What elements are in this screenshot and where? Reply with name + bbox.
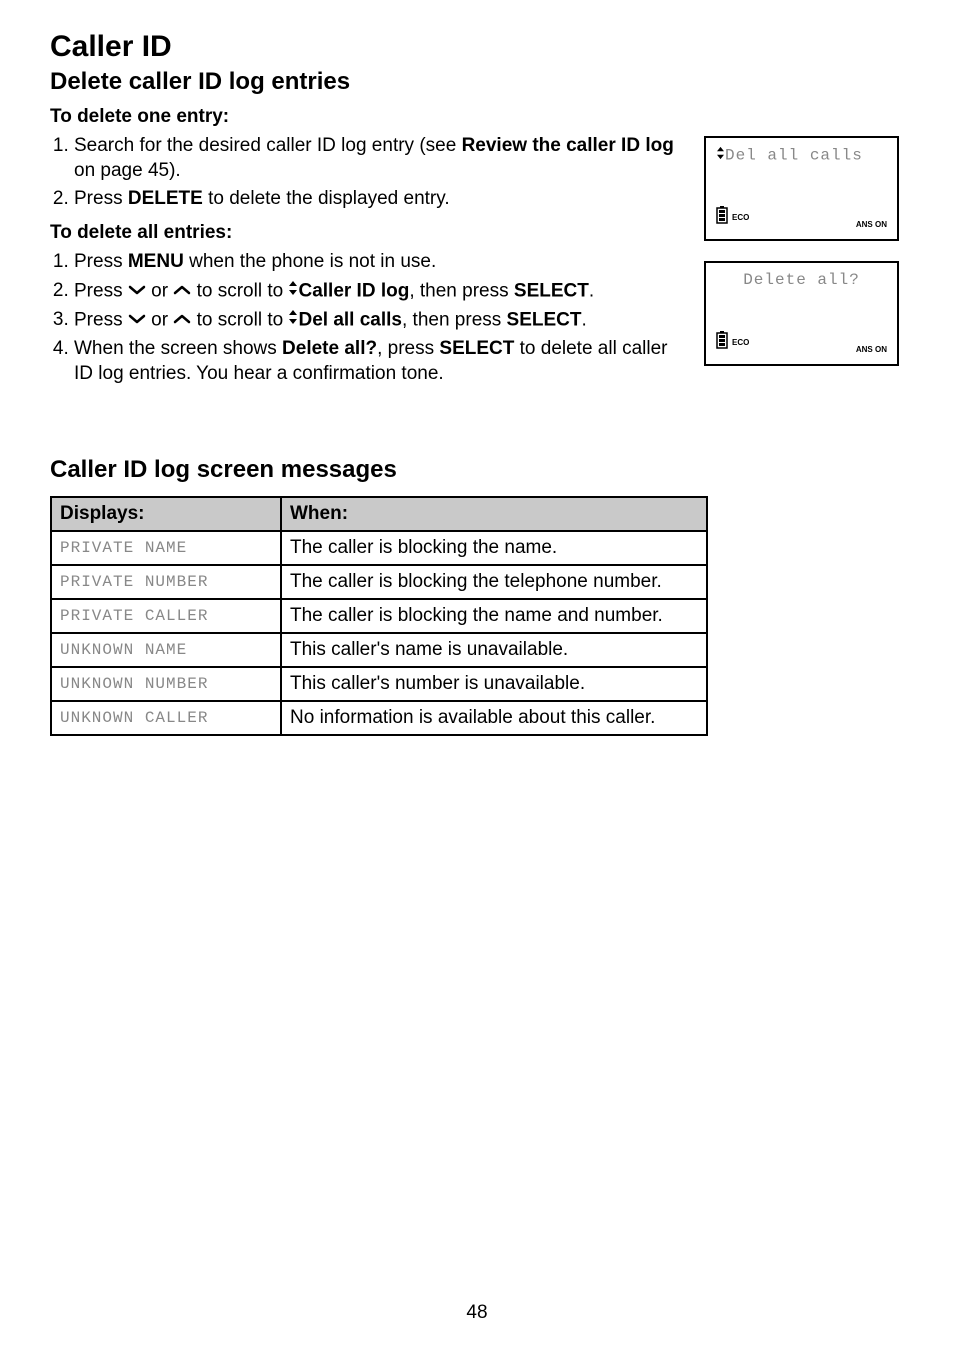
allstep4-bold2: SELECT: [439, 338, 514, 359]
table-row: PRIVATE NUMBER The caller is blocking th…: [51, 565, 707, 599]
cell-display: UNKNOWN NUMBER: [51, 667, 281, 701]
allstep2-period: .: [589, 280, 594, 301]
status-row: ECO ANS ON: [716, 331, 887, 354]
battery-icon: [716, 331, 728, 354]
cell-display: PRIVATE NAME: [51, 531, 281, 565]
eco-label: ECO: [732, 213, 749, 222]
table-row: UNKNOWN NUMBER This caller's number is u…: [51, 667, 707, 701]
cell-display: PRIVATE CALLER: [51, 599, 281, 633]
step1-suffix: on page 45).: [74, 160, 181, 181]
caller-id-messages-table: Displays: When: PRIVATE NAME The caller …: [50, 496, 708, 736]
cell-when: No information is available about this c…: [281, 701, 707, 735]
battery-eco: ECO: [716, 206, 749, 229]
header-displays: Displays:: [51, 497, 281, 531]
ans-on-label: ANS ON: [856, 220, 887, 229]
chevron-up-icon: [173, 279, 191, 304]
allstep4-bold1: Delete all?: [282, 338, 377, 359]
chevron-up-icon: [173, 308, 191, 333]
content-area: To delete one entry: Search for the desi…: [50, 106, 904, 396]
left-column: To delete one entry: Search for the desi…: [50, 106, 684, 396]
screen1-text: Del all calls: [725, 147, 863, 165]
updown-icon: [288, 308, 298, 333]
table-row: UNKNOWN CALLER No information is availab…: [51, 701, 707, 735]
cell-display: PRIVATE NUMBER: [51, 565, 281, 599]
table-row: PRIVATE CALLER The caller is blocking th…: [51, 599, 707, 633]
page-number: 48: [0, 1302, 954, 1324]
cell-display: UNKNOWN CALLER: [51, 701, 281, 735]
allstep2-then: , then press: [409, 280, 514, 301]
step2-bold: DELETE: [128, 188, 203, 209]
delete-one-entry-heading: To delete one entry:: [50, 106, 684, 128]
allstep3-bold: Del all calls: [298, 309, 402, 330]
delete-all-steps: Press MENU when the phone is not in use.…: [50, 250, 684, 386]
table-header-row: Displays: When:: [51, 497, 707, 531]
allstep1-bold: MENU: [128, 251, 184, 272]
table-row: PRIVATE NAME The caller is blocking the …: [51, 531, 707, 565]
battery-icon: [716, 206, 728, 229]
allstep1-suffix: when the phone is not in use.: [184, 251, 436, 272]
eco-label: ECO: [732, 338, 749, 347]
allstep4-prefix: When the screen shows: [74, 338, 282, 359]
screen-del-all-calls: Del all calls ECO ANS ON: [704, 136, 899, 241]
cell-when: The caller is blocking the name and numb…: [281, 599, 707, 633]
delete-one-steps: Search for the desired caller ID log ent…: [50, 134, 684, 212]
allstep-1: Press MENU when the phone is not in use.: [74, 250, 684, 275]
chevron-down-icon: [128, 279, 146, 304]
cell-display: UNKNOWN NAME: [51, 633, 281, 667]
status-row: ECO ANS ON: [716, 206, 887, 229]
allstep3-scroll: to scroll to: [191, 309, 288, 330]
allstep2-mid: or: [146, 280, 173, 301]
allstep3-period: .: [582, 309, 587, 330]
allstep3-prefix: Press: [74, 309, 128, 330]
page-title: Caller ID: [50, 30, 904, 64]
ans-on-label: ANS ON: [856, 345, 887, 354]
step2-prefix: Press: [74, 188, 128, 209]
screen1-line: Del all calls: [716, 146, 887, 165]
allstep3-then: , then press: [402, 309, 507, 330]
step2-suffix: to delete the displayed entry.: [203, 188, 450, 209]
header-when: When:: [281, 497, 707, 531]
section-delete-heading: Delete caller ID log entries: [50, 68, 904, 96]
updown-icon: [716, 146, 725, 165]
cell-when: This caller's number is unavailable.: [281, 667, 707, 701]
screen2-line: Delete all?: [716, 271, 887, 289]
step1-prefix: Search for the desired caller ID log ent…: [74, 135, 462, 156]
updown-icon: [288, 279, 298, 304]
step-1: Search for the desired caller ID log ent…: [74, 134, 684, 183]
cell-when: This caller's name is unavailable.: [281, 633, 707, 667]
chevron-down-icon: [128, 308, 146, 333]
allstep4-mid: , press: [377, 338, 439, 359]
allstep2-bold: Caller ID log: [298, 280, 409, 301]
allstep2-scroll: to scroll to: [191, 280, 288, 301]
allstep3-mid: or: [146, 309, 173, 330]
delete-all-entries-heading: To delete all entries:: [50, 222, 684, 244]
allstep3-select: SELECT: [507, 309, 582, 330]
allstep-2: Press or to scroll to Caller ID log, the…: [74, 279, 684, 304]
allstep2-select: SELECT: [514, 280, 589, 301]
cell-when: The caller is blocking the telephone num…: [281, 565, 707, 599]
battery-eco: ECO: [716, 331, 749, 354]
cell-when: The caller is blocking the name.: [281, 531, 707, 565]
step-2: Press DELETE to delete the displayed ent…: [74, 187, 684, 212]
step1-bold: Review the caller ID log: [462, 135, 674, 156]
allstep2-prefix: Press: [74, 280, 128, 301]
screen-messages-heading: Caller ID log screen messages: [50, 456, 904, 484]
allstep1-prefix: Press: [74, 251, 128, 272]
screen-delete-all: Delete all? ECO ANS ON: [704, 261, 899, 366]
right-column: Del all calls ECO ANS ON Delete all? ECO…: [704, 106, 904, 396]
allstep-3: Press or to scroll to Del all calls, the…: [74, 308, 684, 333]
table-row: UNKNOWN NAME This caller's name is unava…: [51, 633, 707, 667]
allstep-4: When the screen shows Delete all?, press…: [74, 337, 684, 386]
